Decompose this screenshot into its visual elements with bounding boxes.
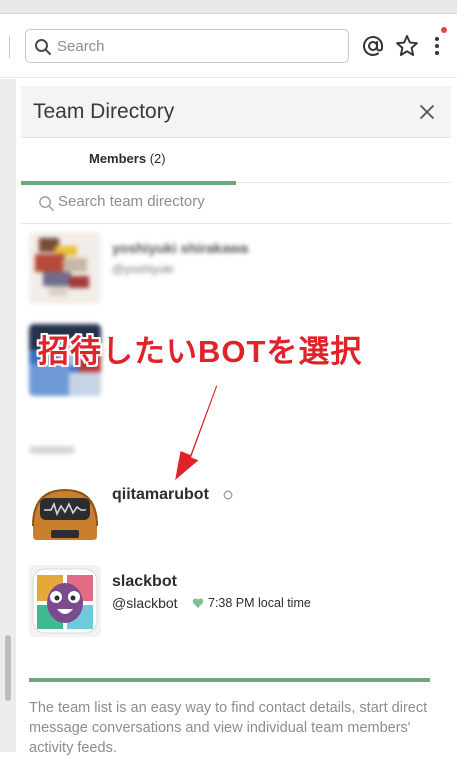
avatar [29,232,101,304]
member-name: qiitamarubot [112,486,209,503]
blurred-divider [30,446,74,454]
avatar [29,565,101,637]
top-header: Search [0,14,457,78]
notification-dot [441,27,447,33]
tab-members-label: Members [89,151,147,166]
search-icon [35,39,51,55]
search-placeholder: Search [57,38,105,55]
member-name: slackbot [112,573,177,590]
team-directory-panel: Team Directory Members (2) Search team d… [21,86,451,756]
panel-header: Team Directory [21,86,451,138]
more-vertical-icon[interactable] [424,33,450,59]
heart-icon [192,598,204,608]
member-local-time: 7:38 PM local time [208,596,311,610]
window-top-strip [0,0,457,14]
close-icon[interactable] [417,102,437,122]
header-separator [9,36,10,58]
tab-members-count: (2) [149,151,166,166]
away-status-icon [223,490,233,500]
directory-search-placeholder: Search team directory [58,193,205,210]
member-name: yoshiyuki shirakawa [112,240,249,256]
member-handle: @yoshiyuki [112,262,174,276]
star-icon[interactable] [394,33,420,59]
list-item[interactable]: slackbot @slackbot 7:38 PM local time [29,565,429,641]
left-scroll-rail [0,79,16,752]
directory-divider [29,678,430,682]
search-input[interactable]: Search [25,29,349,63]
at-mention-icon[interactable] [360,33,386,59]
directory-help-text: The team list is an easy way to find con… [29,700,428,756]
tab-members[interactable]: Members (2) [21,138,236,185]
annotation-label: 招待したいBOTを選択 [38,334,363,369]
directory-tabs: Members (2) [21,138,451,185]
avatar [29,478,101,550]
list-item[interactable]: qiitamarubot [29,478,429,554]
search-icon [39,196,54,211]
member-handle: @slackbot [112,595,178,611]
left-scrollbar-thumb[interactable] [5,635,11,701]
annotation-arrow-icon [173,383,219,483]
panel-title: Team Directory [33,100,175,123]
directory-search-input[interactable]: Search team directory [21,184,451,224]
list-item[interactable]: yoshiyuki shirakawa @yoshiyuki [29,232,429,308]
